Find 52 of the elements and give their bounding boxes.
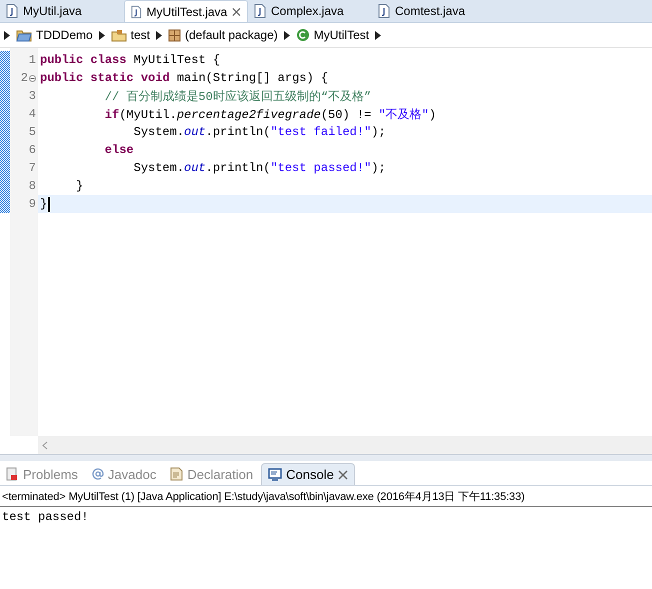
folder-icon [16, 28, 32, 42]
code-line: else [104, 143, 134, 157]
line-number: 2 [20, 71, 28, 85]
code-line: if(MyUtil.percentage2fivegrade(50) != "不及格") [104, 106, 436, 122]
arrow-icon [98, 30, 105, 40]
code-line: // 百分制成绩是50时应该返回五级制的“不及格” [104, 88, 372, 104]
line-number: 5 [28, 125, 36, 139]
arrow-icon [156, 30, 162, 40]
breadcrumb-item[interactable]: MyUtilTest [296, 28, 370, 42]
line-number: 3 [28, 89, 36, 103]
line-number: 6 [28, 143, 36, 157]
package-icon [168, 28, 182, 42]
code-line: public static void main(String[] args) { [40, 71, 328, 85]
text-caret [48, 196, 50, 212]
editor-tab[interactable]: MyUtilTest.java [124, 0, 248, 22]
breadcrumb-item[interactable]: test [110, 28, 150, 42]
line-number: 7 [28, 161, 36, 175]
arrow-icon [284, 30, 290, 40]
horizontal-scrollbar[interactable] [38, 436, 652, 454]
fold-icon[interactable] [29, 74, 36, 82]
line-number: 1 [28, 53, 36, 67]
close-icon[interactable] [338, 470, 348, 480]
code-line: System.out.println("test failed!"); [132, 125, 386, 139]
code-line: public class MyUtilTest { [40, 53, 220, 67]
declaration-icon [170, 467, 184, 481]
editor-tab[interactable]: Complex.java [248, 0, 372, 22]
breadcrumb-item[interactable]: (default package) [168, 28, 278, 42]
at-icon [92, 468, 104, 480]
scroll-left-icon[interactable] [42, 440, 48, 450]
code-line: } [40, 197, 48, 211]
line-number: 4 [28, 107, 36, 121]
editor-tab[interactable]: Comtest.java [372, 0, 496, 22]
arrow-icon [375, 30, 382, 40]
view-tab[interactable]: Console [261, 463, 355, 485]
java-file-icon [378, 4, 390, 18]
class-icon [296, 28, 310, 42]
code-line: System.out.println("test passed!"); [132, 161, 386, 175]
arrow-icon [4, 30, 10, 40]
java-file-icon [6, 4, 18, 18]
console-output: test passed! [2, 510, 88, 524]
console-status: <terminated> MyUtilTest (1) [Java Application] E:\study\java\soft\bin\javaw.exe (2016年4月13日 下午11:35:33) [2, 490, 525, 504]
breadcrumb-item[interactable]: TDDDemo [16, 28, 93, 42]
java-file-icon [131, 4, 142, 18]
editor-tab[interactable]: MyUtil.java [0, 0, 124, 22]
close-icon[interactable] [232, 6, 241, 16]
problems-icon [6, 467, 19, 481]
code-line: } [75, 179, 84, 193]
line-number: 9 [28, 197, 36, 211]
java-file-icon [254, 4, 266, 18]
console-icon [268, 468, 282, 481]
line-number: 8 [28, 179, 36, 193]
package-folder-icon [110, 28, 127, 42]
